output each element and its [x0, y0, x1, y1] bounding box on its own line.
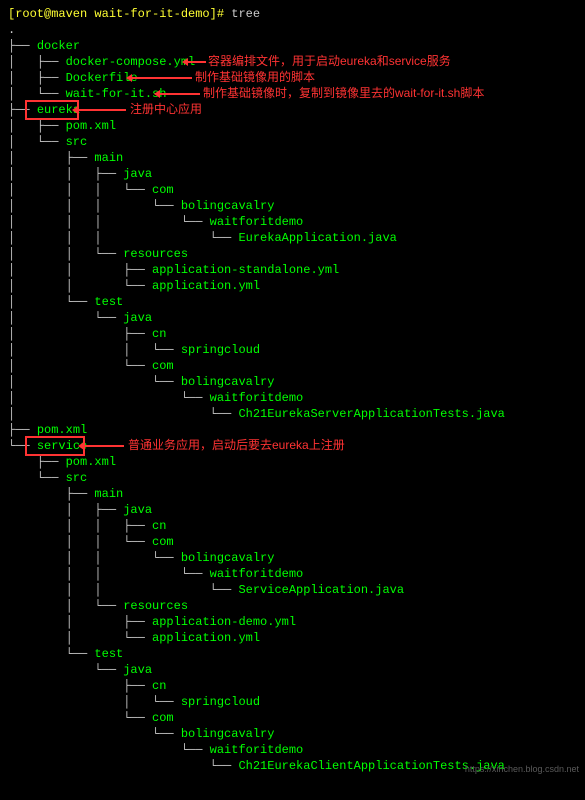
tree-row: │ │ └── resources	[8, 246, 577, 262]
tree-row: │ ├── pom.xml	[8, 118, 577, 134]
dir-java: java	[123, 311, 152, 325]
dir-waitforitdemo: waitforitdemo	[210, 567, 304, 581]
dir-waitforitdemo: waitforitdemo	[210, 391, 304, 405]
tree-row: │ └── resources	[8, 598, 577, 614]
annotation-service: 普通业务应用，启动后要去eureka上注册	[128, 437, 345, 453]
dir-springcloud: springcloud	[181, 695, 260, 709]
tree-row: ├── pom.xml	[8, 454, 577, 470]
tree-row: │ ├── cn	[8, 326, 577, 342]
tree-row: │ │ └── ServiceApplication.java	[8, 582, 577, 598]
tree-row: └── java	[8, 662, 577, 678]
dir-springcloud: springcloud	[181, 343, 260, 357]
annotation-dockerfile: 制作基础镜像用的脚本	[195, 69, 315, 85]
tree-row: └── bolingcavalry	[8, 726, 577, 742]
tree-row: │ │ ├── java	[8, 166, 577, 182]
dir-resources: resources	[123, 599, 188, 613]
file-docker-compose: docker-compose.yml	[66, 55, 196, 69]
tree-row: ├── cn	[8, 678, 577, 694]
tree-row: │ │ │ └── EurekaApplication.java	[8, 230, 577, 246]
dir-waitforitdemo: waitforitdemo	[210, 215, 304, 229]
tree-row: │ └── test	[8, 294, 577, 310]
annotation-wait-for-it: 制作基础镜像时，复制到镜像里去的wait-for-it.sh脚本	[203, 85, 484, 101]
annotation-arrow	[78, 109, 126, 111]
dir-java: java	[123, 663, 152, 677]
tree-row: │ └── com	[8, 358, 577, 374]
dir-src: src	[66, 135, 88, 149]
file-pom: pom.xml	[66, 455, 116, 469]
tree-row: └── waitforitdemo	[8, 742, 577, 758]
dir-bolingcavalry: bolingcavalry	[181, 551, 275, 565]
command: tree	[231, 7, 260, 21]
dir-docker: docker	[37, 39, 80, 53]
tree-root-dot: .	[8, 22, 577, 38]
prompt-line: [root@maven wait-for-it-demo]# tree	[8, 6, 577, 22]
tree-row: │ │ └── com	[8, 534, 577, 550]
dir-com: com	[152, 535, 174, 549]
tree-row: │ ├── main	[8, 150, 577, 166]
tree-row: ├── docker	[8, 38, 577, 54]
annotation-arrow	[132, 77, 192, 79]
tree-row: ├── pom.xml	[8, 422, 577, 438]
dir-test: test	[94, 647, 123, 661]
file-wait-for-it: wait-for-it.sh	[66, 87, 167, 101]
dir-bolingcavalry: bolingcavalry	[181, 375, 275, 389]
dir-main: main	[94, 487, 123, 501]
tree-row: │ └── waitforitdemo	[8, 390, 577, 406]
dir-src: src	[66, 471, 88, 485]
dir-java: java	[123, 167, 152, 181]
tree-row: ├── main	[8, 486, 577, 502]
dir-cn: cn	[152, 327, 166, 341]
file-eureka-tests: Ch21EurekaServerApplicationTests.java	[238, 407, 504, 421]
file-app-yml: application.yml	[152, 279, 260, 293]
tree-row: │ │ │ └── waitforitdemo	[8, 214, 577, 230]
file-app-yml: application.yml	[152, 631, 260, 645]
dir-waitforitdemo: waitforitdemo	[210, 743, 304, 757]
tree-row: │ │ ├── application-standalone.yml	[8, 262, 577, 278]
tree-row: │ └── springcloud	[8, 694, 577, 710]
dir-resources: resources	[123, 247, 188, 261]
dir-com: com	[152, 183, 174, 197]
dir-bolingcavalry: bolingcavalry	[181, 727, 275, 741]
dir-java: java	[123, 503, 152, 517]
tree-row: └── test	[8, 646, 577, 662]
tree-row: └── src	[8, 470, 577, 486]
tree-row: │ │ └── bolingcavalry	[8, 550, 577, 566]
tree-row: │ └── bolingcavalry	[8, 374, 577, 390]
tree-row: │ │ └── waitforitdemo	[8, 566, 577, 582]
dir-main: main	[94, 151, 123, 165]
tree-row: │ └── Ch21EurekaServerApplicationTests.j…	[8, 406, 577, 422]
tree-row: │ │ └── application.yml	[8, 278, 577, 294]
watermark: https://xinchen.blog.csdn.net	[465, 761, 579, 777]
annotation-arrow	[84, 445, 124, 447]
annotation-arrow	[160, 93, 200, 95]
tree-row: │ ├── java	[8, 502, 577, 518]
tree-row: │ └── java	[8, 310, 577, 326]
tree-row: └── com	[8, 710, 577, 726]
dir-cn: cn	[152, 519, 166, 533]
dir-com: com	[152, 359, 174, 373]
file-eureka-app: EurekaApplication.java	[238, 231, 396, 245]
file-service-app: ServiceApplication.java	[238, 583, 404, 597]
file-app-standalone: application-standalone.yml	[152, 263, 339, 277]
file-pom: pom.xml	[37, 423, 87, 437]
annotation-compose: 容器编排文件，用于启动eureka和service服务	[208, 53, 451, 69]
file-pom: pom.xml	[66, 119, 116, 133]
tree-row: │ └── src	[8, 134, 577, 150]
tree-row: │ │ │ └── bolingcavalry	[8, 198, 577, 214]
dir-com: com	[152, 711, 174, 725]
prompt: [root@maven wait-for-it-demo]#	[8, 7, 231, 21]
annotation-arrow	[188, 61, 206, 63]
dir-test: test	[94, 295, 123, 309]
tree-row: │ │ │ └── com	[8, 182, 577, 198]
annotation-eureka: 注册中心应用	[130, 101, 202, 117]
tree-row: │ └── application.yml	[8, 630, 577, 646]
dir-cn: cn	[152, 679, 166, 693]
file-app-demo: application-demo.yml	[152, 615, 296, 629]
tree-row: │ ├── application-demo.yml	[8, 614, 577, 630]
dir-bolingcavalry: bolingcavalry	[181, 199, 275, 213]
tree-row: │ │ ├── cn	[8, 518, 577, 534]
tree-row: │ │ └── springcloud	[8, 342, 577, 358]
